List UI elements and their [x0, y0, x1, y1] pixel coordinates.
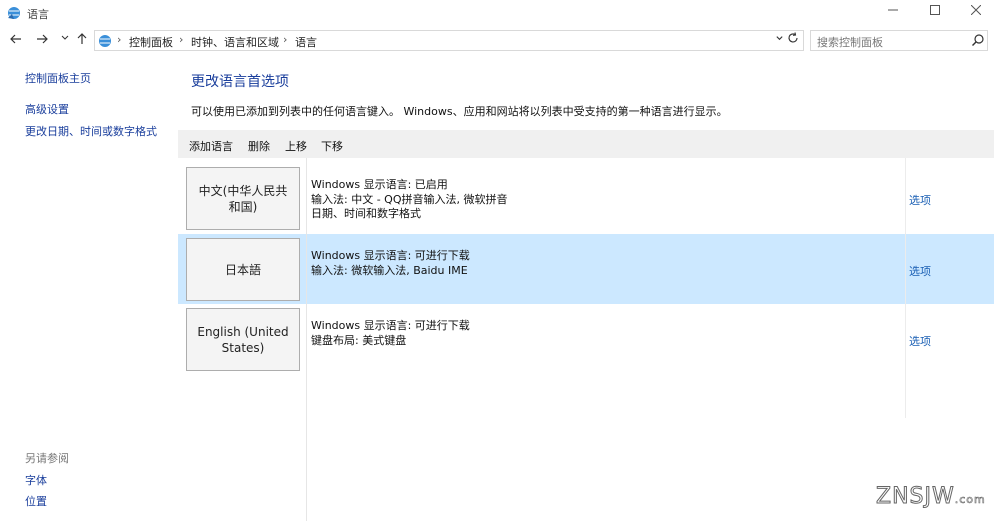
chevron-down-icon — [776, 36, 783, 41]
maximize-icon — [930, 5, 940, 15]
remove-button[interactable]: 删除 — [248, 138, 270, 154]
language-info: Windows 显示语言: 已启用 输入法: 中文 - QQ拼音输入法, 微软拼… — [311, 178, 507, 222]
address-dropdown-button[interactable] — [775, 33, 784, 45]
window-title: 语言 — [27, 8, 49, 21]
recent-locations-button[interactable] — [57, 32, 73, 48]
title-bar: 语言 — [0, 0, 994, 26]
language-toolbar: 添加语言 删除 上移 下移 — [178, 130, 994, 158]
left-panel: 控制面板主页 高级设置 更改日期、时间或数字格式 另请参阅 字体 位置 — [0, 60, 178, 521]
input-method-info: 输入法: 中文 - QQ拼音输入法, 微软拼音 — [311, 192, 508, 206]
back-button[interactable] — [8, 32, 24, 48]
control-panel-icon — [99, 35, 111, 47]
language-row-chinese[interactable]: 中文(中华人民共和国) Windows 显示语言: 已启用 输入法: 中文 - … — [178, 163, 994, 233]
up-button[interactable] — [74, 32, 90, 48]
control-panel-home-link[interactable]: 控制面板主页 — [25, 70, 91, 86]
language-row-english[interactable]: English (United States) Windows 显示语言: 可进… — [178, 304, 994, 374]
language-button-chinese[interactable]: 中文(中华人民共和国) — [186, 167, 300, 230]
display-language-status: Windows 显示语言: 可进行下载 — [311, 319, 470, 332]
search-box[interactable]: 搜索控制面板 — [810, 30, 988, 51]
display-language-status: Windows 显示语言: 已启用 — [311, 178, 448, 191]
keyboard-layout-info: 键盘布局: 美式键盘 — [311, 333, 407, 347]
navigation-row: › 控制面板 › 时钟、语言和区域 › 语言 搜索控制面板 — [0, 27, 994, 55]
move-down-button[interactable]: 下移 — [321, 138, 343, 154]
options-link-english[interactable]: 选项 — [909, 333, 931, 349]
watermark-suffix: .com — [954, 493, 986, 507]
format-info: 日期、时间和数字格式 — [311, 207, 421, 220]
breadcrumb-separator-icon: › — [283, 33, 288, 46]
move-up-button[interactable]: 上移 — [285, 138, 307, 154]
chevron-down-icon — [61, 35, 69, 40]
column-divider — [905, 158, 906, 418]
arrow-right-icon — [37, 34, 48, 44]
language-info: Windows 显示语言: 可进行下载 输入法: 微软输入法, Baidu IM… — [311, 249, 470, 278]
minimize-icon — [888, 9, 898, 11]
breadcrumb-separator-icon: › — [179, 33, 184, 46]
language-button-japanese[interactable]: 日本語 — [186, 238, 300, 301]
column-divider — [306, 158, 307, 521]
minimize-button[interactable] — [873, 0, 913, 24]
options-link-chinese[interactable]: 选项 — [909, 192, 931, 208]
close-button[interactable] — [956, 0, 994, 24]
search-input[interactable]: 搜索控制面板 — [817, 34, 883, 50]
advanced-settings-link[interactable]: 高级设置 — [25, 101, 69, 117]
change-date-format-link[interactable]: 更改日期、时间或数字格式 — [25, 123, 157, 139]
language-row-japanese[interactable]: 日本語 Windows 显示语言: 可进行下载 输入法: 微软输入法, Baid… — [178, 234, 994, 304]
breadcrumb-separator-icon: › — [117, 33, 122, 46]
page-description: 可以使用已添加到列表中的任何语言键入。 Windows、应用和网站将以列表中受支… — [191, 105, 728, 118]
watermark-text: ZNSJW — [876, 484, 955, 510]
language-button-english[interactable]: English (United States) — [186, 308, 300, 371]
address-bar[interactable]: › 控制面板 › 时钟、语言和区域 › 语言 — [94, 30, 804, 51]
refresh-icon — [788, 32, 798, 43]
language-info: Windows 显示语言: 可进行下载 键盘布局: 美式键盘 — [311, 319, 470, 348]
fonts-link[interactable]: 字体 — [25, 472, 47, 488]
maximize-button[interactable] — [915, 0, 955, 24]
breadcrumb-language[interactable]: 语言 — [295, 34, 317, 50]
options-link-japanese[interactable]: 选项 — [909, 263, 931, 279]
forward-button[interactable] — [34, 32, 50, 48]
search-icon[interactable] — [971, 33, 985, 47]
input-method-info: 输入法: 微软输入法, Baidu IME — [311, 263, 468, 277]
breadcrumb-control-panel[interactable]: 控制面板 — [129, 34, 173, 50]
language-app-icon — [8, 7, 20, 19]
breadcrumb-clock-language-region[interactable]: 时钟、语言和区域 — [191, 34, 279, 50]
close-icon — [970, 4, 982, 16]
refresh-button[interactable] — [787, 32, 799, 47]
see-also-heading: 另请参阅 — [25, 452, 69, 465]
arrow-left-icon — [10, 34, 21, 44]
location-link[interactable]: 位置 — [25, 493, 47, 509]
add-language-button[interactable]: 添加语言 — [189, 138, 233, 154]
arrow-up-icon — [77, 33, 87, 44]
watermark: ZNSJW.com — [876, 484, 986, 510]
page-title: 更改语言首选项 — [191, 74, 289, 90]
display-language-status: Windows 显示语言: 可进行下载 — [311, 249, 470, 262]
